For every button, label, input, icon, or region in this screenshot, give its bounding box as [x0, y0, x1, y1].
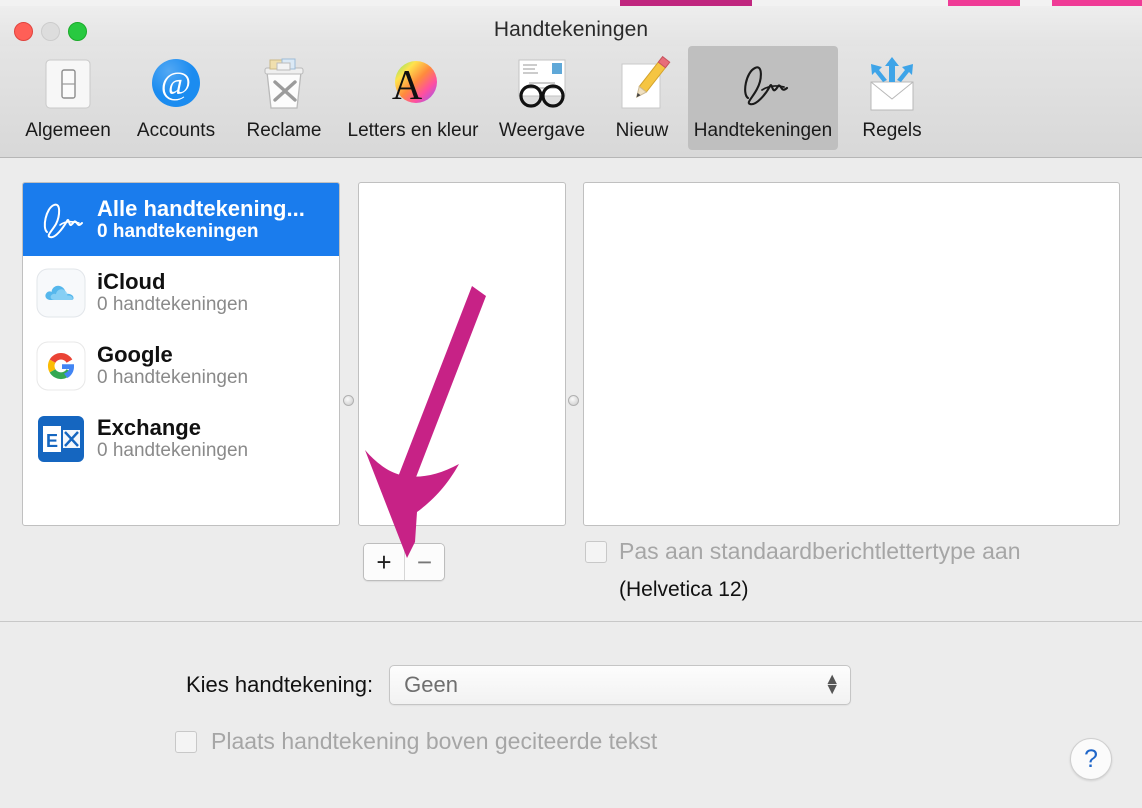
default-font-sub-label: (Helvetica 12) [619, 578, 749, 601]
splitter-grip-right[interactable] [568, 395, 579, 406]
default-font-option-row[interactable]: Pas aan standaardberichtlettertype aan [585, 538, 1021, 565]
toolbar-item-label: Algemeen [25, 120, 111, 141]
account-name: Google [97, 341, 173, 367]
toolbar-item-label: Nieuw [615, 120, 669, 141]
place-signature-above-quote-row[interactable]: Plaats handtekening boven geciteerde tek… [175, 728, 657, 755]
account-signature-count: 0 handtekeningen [97, 293, 249, 315]
account-row-icloud[interactable]: iCloud 0 handtekeningen [23, 256, 339, 329]
default-font-checkbox[interactable] [585, 540, 607, 563]
toolbar-item-regels[interactable]: Regels [838, 46, 946, 150]
rules-envelope-icon [861, 54, 923, 116]
icloud-icon [35, 267, 87, 319]
mail-preferences-window: Handtekeningen Algemeen @ Accounts Recla… [0, 0, 1142, 808]
toolbar-item-label: Letters en kleur [347, 120, 479, 141]
choose-signature-dropdown[interactable]: Geen ▲ ▼ [389, 665, 852, 705]
toolbar-item-label: Weergave [498, 120, 586, 141]
signatures-list-panel[interactable] [358, 182, 566, 526]
toolbar-item-algemeen[interactable]: Algemeen [14, 46, 122, 150]
account-name: Exchange [97, 414, 201, 440]
junk-trash-icon [253, 54, 315, 116]
accounts-list-panel[interactable]: Alle handtekening... 0 handtekeningen iC… [22, 182, 340, 526]
toolbar-item-label: Handtekeningen [693, 120, 833, 141]
exchange-icon: E [35, 413, 87, 465]
toolbar-item-label: Reclame [246, 120, 322, 141]
account-signature-count: 0 handtekeningen [97, 439, 249, 461]
at-sign-icon: @ [145, 54, 207, 116]
toolbar-item-reclame[interactable]: Reclame [230, 46, 338, 150]
viewing-glasses-icon [511, 54, 573, 116]
remove-signature-button[interactable]: − [404, 544, 444, 580]
toolbar-item-weergave[interactable]: Weergave [488, 46, 596, 150]
toolbar-item-accounts[interactable]: @ Accounts [122, 46, 230, 150]
place-signature-above-quote-checkbox[interactable] [175, 730, 197, 753]
switch-icon [37, 54, 99, 116]
compose-pencil-icon [611, 54, 673, 116]
window-titlebar: Handtekeningen [0, 6, 1142, 46]
account-name: iCloud [97, 268, 166, 294]
signature-icon [35, 194, 87, 246]
window-title: Handtekeningen [493, 18, 649, 41]
font-color-icon: A [382, 54, 444, 116]
svg-text:@: @ [161, 66, 191, 102]
signature-add-remove-group: + − [363, 543, 445, 581]
account-signature-count: 0 handtekeningen [97, 366, 249, 388]
choose-signature-value: Geen [404, 672, 458, 697]
google-icon [35, 340, 87, 392]
account-row-google[interactable]: Google 0 handtekeningen [23, 329, 339, 402]
choose-signature-label: Kies handtekening: [186, 672, 374, 697]
choose-signature-row: Kies handtekening: Geen ▲ ▼ [186, 665, 852, 705]
signature-preview-panel[interactable] [583, 182, 1120, 526]
signature-settings-section: Kies handtekening: Geen ▲ ▼ Plaats handte… [0, 623, 1142, 808]
default-font-label: Pas aan standaardberichtlettertype aan [619, 538, 1021, 564]
toolbar-item-letters-en-kleur[interactable]: A Letters en kleur [338, 46, 488, 150]
signature-icon [732, 54, 794, 116]
toolbar-item-label: Accounts [136, 120, 216, 141]
svg-text:A: A [392, 63, 423, 109]
add-signature-button[interactable]: + [364, 544, 404, 580]
toolbar-item-label: Regels [862, 120, 922, 141]
account-name: Alle handtekening... [97, 195, 305, 221]
toolbar-item-nieuw[interactable]: Nieuw [596, 46, 688, 150]
svg-text:E: E [46, 431, 58, 451]
chevron-updown-icon: ▲ ▼ [824, 671, 841, 698]
account-row-all-signatures[interactable]: Alle handtekening... 0 handtekeningen [23, 183, 339, 256]
account-row-exchange[interactable]: E Exchange 0 handtekeningen [23, 402, 339, 475]
splitter-grip-left[interactable] [343, 395, 354, 406]
help-button[interactable]: ? [1070, 738, 1112, 780]
toolbar-item-handtekeningen[interactable]: Handtekeningen [688, 46, 838, 150]
preferences-toolbar: Algemeen @ Accounts Reclame A Letters en… [0, 46, 1142, 158]
account-signature-count: 0 handtekeningen [97, 220, 259, 242]
place-signature-above-quote-label: Plaats handtekening boven geciteerde tek… [211, 728, 658, 754]
